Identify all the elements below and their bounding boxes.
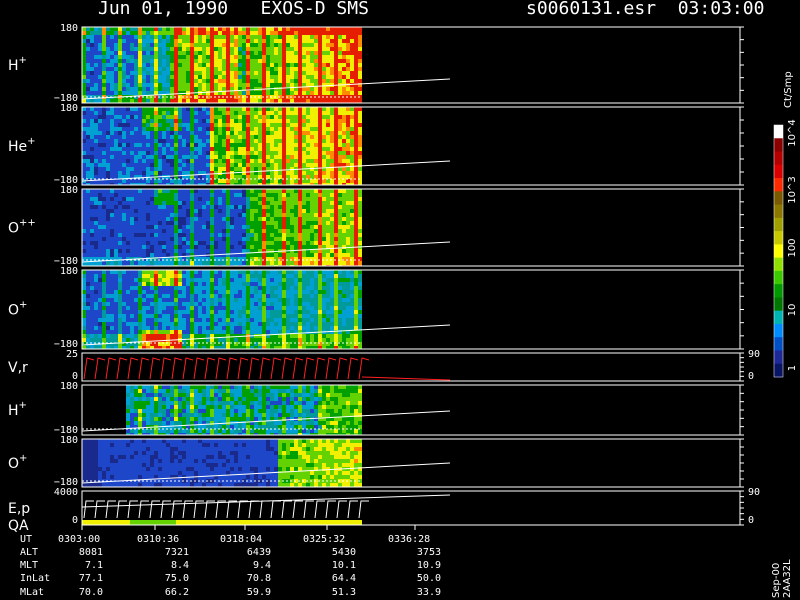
x-value-mlat-4: 51.3	[332, 587, 356, 598]
right-top-label-5: 90	[748, 349, 760, 360]
ymax-label-1: 180	[60, 23, 78, 34]
panel-label-7: O+	[8, 453, 27, 472]
spectrogram-plot: 180−180H+180−180He+180−180O++180−180O+25…	[8, 23, 798, 598]
colorbar-tick-2: 10^3	[787, 176, 798, 203]
colorbar-swatch-10	[774, 244, 783, 259]
x-value-inlat-5: 50.0	[417, 573, 441, 584]
colorbar-swatch-8	[774, 217, 783, 232]
panel-label-8: E,p	[8, 501, 30, 517]
colorbar-swatch-7	[774, 204, 783, 219]
panel-6	[82, 385, 362, 435]
ymax-label-4: 180	[60, 266, 78, 277]
x-value-mlat-1: 70.0	[79, 587, 103, 598]
panel-label-qa: QA	[8, 518, 29, 534]
ymax-label-2: 180	[60, 103, 78, 114]
colorbar-swatch-6	[774, 191, 783, 206]
colorbar-tick-3: 100	[787, 238, 798, 257]
colorbar-swatch-17	[774, 337, 783, 351]
x-value-mlat-2: 66.2	[165, 587, 189, 598]
panel-label-5: V,r	[8, 360, 28, 376]
right-bottom-label-8: 0	[748, 515, 754, 526]
right-bottom-label-5: 0	[748, 371, 754, 382]
x-value-inlat-2: 75.0	[165, 573, 189, 584]
x-value-ut-4: 0325:32	[303, 534, 345, 545]
colorbar-swatch-5	[774, 178, 783, 192]
ymax-label-5: 25	[66, 349, 78, 360]
x-value-inlat-1: 77.1	[79, 573, 103, 584]
panel-7	[82, 439, 362, 487]
x-value-mlat-5: 33.9	[417, 587, 441, 598]
x-value-mlt-1: 7.1	[85, 560, 103, 571]
row-label-ut: UT	[20, 534, 32, 545]
row-label-mlat: MLat	[20, 587, 44, 598]
colorbar-swatch-11	[774, 257, 783, 272]
x-value-ut-3: 0318:04	[220, 534, 262, 545]
colorbar-unit-label: Ct/Smp	[783, 71, 794, 108]
colorbar-swatch-9	[774, 231, 783, 245]
ymax-label-6: 180	[60, 381, 78, 392]
colorbar-swatch-15	[774, 310, 783, 325]
row-label-mlt: MLT	[20, 560, 38, 571]
colorbar-swatch-12	[774, 270, 783, 285]
colorbar-swatch-13	[774, 284, 783, 298]
colorbar-swatch-16	[774, 323, 783, 338]
ymax-label-8: 4000	[54, 487, 78, 498]
panel-label-2: He+	[8, 136, 36, 155]
x-value-alt-1: 8081	[79, 547, 103, 558]
colorbar-tick-1: 10^4	[787, 119, 798, 146]
panel-5	[82, 353, 740, 381]
x-value-alt-3: 6439	[247, 547, 271, 558]
colorbar-swatch-18	[774, 350, 783, 365]
colorbar-tick-4: 10	[787, 304, 798, 317]
x-value-alt-5: 3753	[417, 547, 441, 558]
ymax-label-7: 180	[60, 435, 78, 446]
panel-label-4: O+	[8, 300, 27, 319]
row-label-inlat: InLat	[20, 573, 50, 584]
colorbar-swatch-1	[774, 125, 783, 139]
version-label: Sep-00 2AA32L	[771, 559, 793, 598]
right-top-label-8: 90	[748, 487, 760, 498]
colorbar-swatch-2	[774, 138, 783, 153]
x-value-ut-5: 0336:28	[388, 534, 430, 545]
row-label-alt: ALT	[20, 547, 38, 558]
panel-label-1: H+	[8, 55, 27, 74]
x-value-mlat-3: 59.9	[247, 587, 271, 598]
colorbar-swatch-3	[774, 151, 783, 166]
ymax-label-3: 180	[60, 185, 78, 196]
panel-label-6: H+	[8, 400, 27, 419]
colorbar-tick-5: 1	[787, 365, 798, 371]
panel-label-3: O++	[8, 218, 36, 237]
colorbar-swatch-14	[774, 297, 783, 312]
colorbar-swatch-4	[774, 164, 783, 179]
x-value-ut-1: 0303:00	[58, 534, 100, 545]
colorbar-swatch-19	[774, 363, 783, 378]
x-value-mlt-3: 9.4	[253, 560, 271, 571]
x-value-inlat-3: 70.8	[247, 573, 271, 584]
x-value-alt-2: 7321	[165, 547, 189, 558]
x-value-mlt-5: 10.9	[417, 560, 441, 571]
x-value-ut-2: 0310:36	[137, 534, 179, 545]
x-value-alt-4: 5430	[332, 547, 356, 558]
ymin-label-8: 0	[72, 515, 78, 526]
x-value-mlt-2: 8.4	[171, 560, 189, 571]
x-value-mlt-4: 10.1	[332, 560, 356, 571]
x-value-inlat-4: 64.4	[332, 573, 356, 584]
